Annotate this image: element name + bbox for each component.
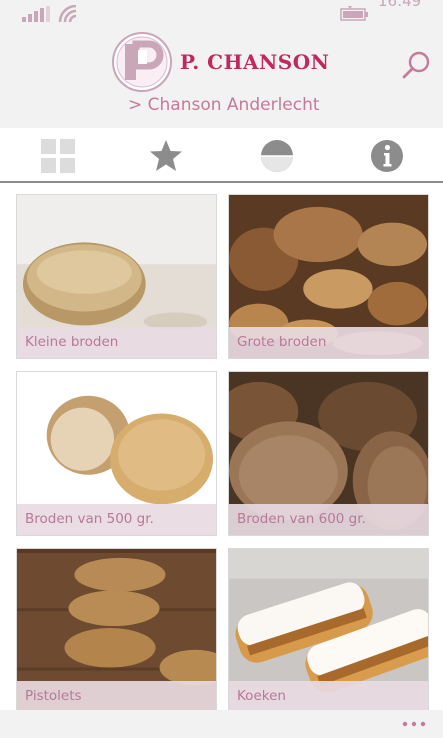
battery-icon (340, 6, 368, 21)
half-circle-icon (261, 140, 293, 172)
wifi-icon (58, 5, 77, 23)
tab-favorites[interactable] (148, 138, 184, 174)
location-breadcrumb[interactable]: > Chanson Anderlecht (128, 95, 320, 115)
tab-grid[interactable] (40, 138, 76, 174)
clock: 16:49 (378, 0, 422, 10)
category-label: Broden van 600 gr. (229, 504, 428, 535)
category-tile-koeken[interactable]: Koeken (228, 548, 429, 713)
category-label: Broden van 500 gr. (17, 504, 216, 535)
app-header: P. CHANSON > Chanson Anderlecht (0, 28, 443, 128)
category-tile-grote-broden[interactable]: Grote broden (228, 194, 429, 359)
tab-bar (0, 128, 443, 183)
tab-half-circle[interactable] (259, 138, 295, 174)
category-tile-kleine-broden[interactable]: Kleine broden (16, 194, 217, 359)
star-icon (150, 140, 182, 171)
category-label: Koeken (229, 681, 428, 712)
category-label: Pistolets (17, 681, 216, 712)
brand-logo (112, 32, 172, 92)
category-tile-broden-500[interactable]: Broden van 500 gr. (16, 371, 217, 536)
info-icon (371, 140, 403, 172)
signal-icon (22, 6, 50, 22)
tab-info[interactable] (369, 138, 405, 174)
category-tile-pistolets[interactable]: Pistolets (16, 548, 217, 713)
app-bar (0, 710, 443, 738)
status-bar: 16:49 (0, 0, 443, 28)
category-label: Grote broden (229, 327, 428, 358)
grid-icon (41, 139, 75, 173)
category-tile-broden-600[interactable]: Broden van 600 gr. (228, 371, 429, 536)
brand-name: P. CHANSON (180, 50, 330, 74)
search-icon[interactable] (400, 48, 434, 82)
category-label: Kleine broden (17, 327, 216, 358)
more-icon[interactable] (401, 714, 429, 732)
